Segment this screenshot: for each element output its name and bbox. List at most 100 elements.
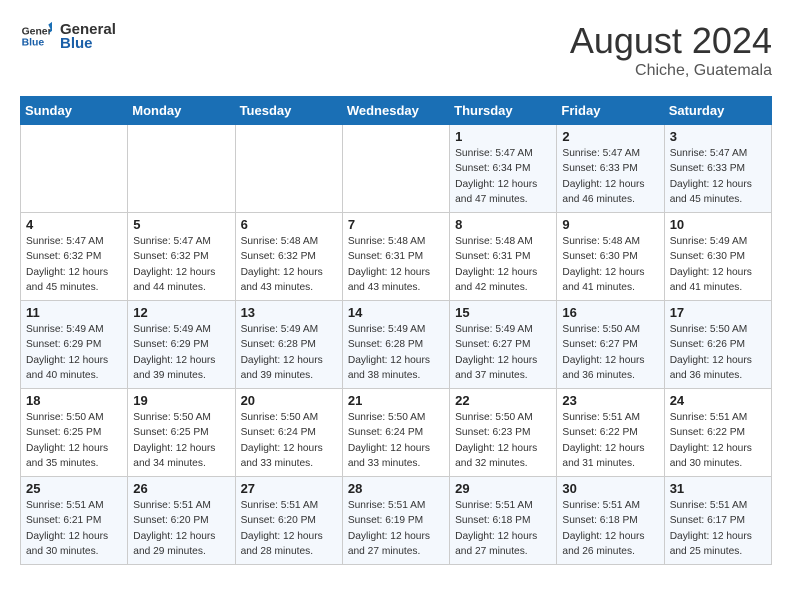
calendar-cell-2-7: 10Sunrise: 5:49 AM Sunset: 6:30 PM Dayli… <box>664 213 771 301</box>
day-number: 20 <box>241 393 337 408</box>
day-number: 14 <box>348 305 444 320</box>
calendar-table: Sunday Monday Tuesday Wednesday Thursday… <box>20 96 772 565</box>
day-info: Sunrise: 5:47 AM Sunset: 6:34 PM Dayligh… <box>455 146 551 207</box>
calendar-cell-4-7: 24 Sunrise: 5:51 AM Sunset: 6:22 PM Dayli… <box>664 389 771 477</box>
logo-line2: Blue <box>60 35 116 52</box>
header-row: Sunday Monday Tuesday Wednesday Thursday… <box>21 97 772 125</box>
day-info: Sunrise: 5:50 AM Sunset: 6:25 PM Dayligh… <box>133 410 229 471</box>
day-number: 21 <box>348 393 444 408</box>
header-monday: Monday <box>128 97 235 125</box>
day-number: 3 <box>670 129 766 144</box>
calendar-cell-1-6: 2Sunrise: 5:47 AM Sunset: 6:33 PM Daylig… <box>557 125 664 213</box>
day-number: 19 <box>133 393 229 408</box>
day-number: 30 <box>562 481 658 496</box>
day-number: 28 <box>348 481 444 496</box>
calendar-cell-2-3: 6 Sunrise: 5:48 AM Sunset: 6:32 PM Daylig… <box>235 213 342 301</box>
calendar-cell-5-1: 25Sunrise: 5:51 AM Sunset: 6:21 PM Dayli… <box>21 477 128 565</box>
day-number: 1 <box>455 129 551 144</box>
title-area: August 2024 Chiche, Guatemala <box>570 20 772 80</box>
calendar-week-5: 25Sunrise: 5:51 AM Sunset: 6:21 PM Dayli… <box>21 477 772 565</box>
calendar-cell-1-5: 1 Sunrise: 5:47 AM Sunset: 6:34 PM Daylig… <box>450 125 557 213</box>
calendar-cell-4-5: 22Sunrise: 5:50 AM Sunset: 6:23 PM Dayli… <box>450 389 557 477</box>
calendar-cell-5-3: 27 Sunrise: 5:51 AM Sunset: 6:20 PM Dayli… <box>235 477 342 565</box>
day-info: Sunrise: 5:51 AM Sunset: 6:20 PM Dayligh… <box>133 498 229 559</box>
day-number: 24 <box>670 393 766 408</box>
calendar-cell-1-1 <box>21 125 128 213</box>
day-info: Sunrise: 5:48 AM Sunset: 6:30 PM Dayligh… <box>562 234 658 295</box>
calendar-cell-4-4: 21Sunrise: 5:50 AM Sunset: 6:24 PM Dayli… <box>342 389 449 477</box>
day-number: 17 <box>670 305 766 320</box>
day-info: Sunrise: 5:48 AM Sunset: 6:31 PM Dayligh… <box>348 234 444 295</box>
day-number: 8 <box>455 217 551 232</box>
day-number: 18 <box>26 393 122 408</box>
calendar-title: August 2024 <box>570 20 772 62</box>
day-info: Sunrise: 5:47 AM Sunset: 6:32 PM Dayligh… <box>26 234 122 295</box>
day-info: Sunrise: 5:49 AM Sunset: 6:29 PM Dayligh… <box>26 322 122 383</box>
calendar-cell-2-4: 7 Sunrise: 5:48 AM Sunset: 6:31 PM Daylig… <box>342 213 449 301</box>
calendar-cell-1-4 <box>342 125 449 213</box>
day-info: Sunrise: 5:50 AM Sunset: 6:23 PM Dayligh… <box>455 410 551 471</box>
calendar-cell-2-5: 8Sunrise: 5:48 AM Sunset: 6:31 PM Daylig… <box>450 213 557 301</box>
svg-text:General: General <box>22 26 52 37</box>
day-info: Sunrise: 5:47 AM Sunset: 6:32 PM Dayligh… <box>133 234 229 295</box>
calendar-cell-5-4: 28 Sunrise: 5:51 AM Sunset: 6:19 PM Dayli… <box>342 477 449 565</box>
calendar-subtitle: Chiche, Guatemala <box>570 62 772 80</box>
day-info: Sunrise: 5:50 AM Sunset: 6:27 PM Dayligh… <box>562 322 658 383</box>
calendar-cell-1-3 <box>235 125 342 213</box>
day-info: Sunrise: 5:51 AM Sunset: 6:19 PM Dayligh… <box>348 498 444 559</box>
header: General Blue General Blue August 2024 Ch… <box>20 20 772 80</box>
day-number: 9 <box>562 217 658 232</box>
calendar-cell-2-2: 5 Sunrise: 5:47 AM Sunset: 6:32 PM Daylig… <box>128 213 235 301</box>
logo-icon: General Blue <box>20 20 52 52</box>
day-info: Sunrise: 5:48 AM Sunset: 6:32 PM Dayligh… <box>241 234 337 295</box>
logo: General Blue General Blue <box>20 20 116 52</box>
day-info: Sunrise: 5:49 AM Sunset: 6:28 PM Dayligh… <box>241 322 337 383</box>
day-info: Sunrise: 5:51 AM Sunset: 6:20 PM Dayligh… <box>241 498 337 559</box>
calendar-cell-3-5: 15Sunrise: 5:49 AM Sunset: 6:27 PM Dayli… <box>450 301 557 389</box>
calendar-cell-3-1: 11 Sunrise: 5:49 AM Sunset: 6:29 PM Dayli… <box>21 301 128 389</box>
calendar-cell-4-3: 20 Sunrise: 5:50 AM Sunset: 6:24 PM Dayli… <box>235 389 342 477</box>
day-number: 5 <box>133 217 229 232</box>
day-info: Sunrise: 5:51 AM Sunset: 6:17 PM Dayligh… <box>670 498 766 559</box>
day-number: 16 <box>562 305 658 320</box>
day-info: Sunrise: 5:47 AM Sunset: 6:33 PM Dayligh… <box>670 146 766 207</box>
day-info: Sunrise: 5:51 AM Sunset: 6:22 PM Dayligh… <box>562 410 658 471</box>
day-number: 4 <box>26 217 122 232</box>
calendar-cell-3-3: 13 Sunrise: 5:49 AM Sunset: 6:28 PM Dayli… <box>235 301 342 389</box>
calendar-cell-1-2 <box>128 125 235 213</box>
day-info: Sunrise: 5:51 AM Sunset: 6:22 PM Dayligh… <box>670 410 766 471</box>
day-info: Sunrise: 5:50 AM Sunset: 6:24 PM Dayligh… <box>241 410 337 471</box>
day-info: Sunrise: 5:49 AM Sunset: 6:30 PM Dayligh… <box>670 234 766 295</box>
calendar-cell-2-1: 4 Sunrise: 5:47 AM Sunset: 6:32 PM Daylig… <box>21 213 128 301</box>
day-info: Sunrise: 5:51 AM Sunset: 6:18 PM Dayligh… <box>455 498 551 559</box>
header-saturday: Saturday <box>664 97 771 125</box>
calendar-week-2: 4 Sunrise: 5:47 AM Sunset: 6:32 PM Daylig… <box>21 213 772 301</box>
day-number: 12 <box>133 305 229 320</box>
day-number: 23 <box>562 393 658 408</box>
svg-text:Blue: Blue <box>22 38 45 49</box>
day-info: Sunrise: 5:49 AM Sunset: 6:29 PM Dayligh… <box>133 322 229 383</box>
day-number: 7 <box>348 217 444 232</box>
header-wednesday: Wednesday <box>342 97 449 125</box>
calendar-header: Sunday Monday Tuesday Wednesday Thursday… <box>21 97 772 125</box>
header-friday: Friday <box>557 97 664 125</box>
day-number: 11 <box>26 305 122 320</box>
day-info: Sunrise: 5:51 AM Sunset: 6:18 PM Dayligh… <box>562 498 658 559</box>
day-number: 29 <box>455 481 551 496</box>
header-sunday: Sunday <box>21 97 128 125</box>
calendar-cell-5-6: 30 Sunrise: 5:51 AM Sunset: 6:18 PM Dayli… <box>557 477 664 565</box>
day-number: 13 <box>241 305 337 320</box>
day-number: 25 <box>26 481 122 496</box>
calendar-body: 1 Sunrise: 5:47 AM Sunset: 6:34 PM Daylig… <box>21 125 772 565</box>
header-tuesday: Tuesday <box>235 97 342 125</box>
day-number: 2 <box>562 129 658 144</box>
calendar-cell-4-1: 18Sunrise: 5:50 AM Sunset: 6:25 PM Dayli… <box>21 389 128 477</box>
day-number: 26 <box>133 481 229 496</box>
calendar-cell-5-5: 29 Sunrise: 5:51 AM Sunset: 6:18 PM Dayli… <box>450 477 557 565</box>
day-number: 27 <box>241 481 337 496</box>
calendar-cell-1-7: 3 Sunrise: 5:47 AM Sunset: 6:33 PM Daylig… <box>664 125 771 213</box>
calendar-cell-3-4: 14Sunrise: 5:49 AM Sunset: 6:28 PM Dayli… <box>342 301 449 389</box>
day-number: 6 <box>241 217 337 232</box>
calendar-cell-3-7: 17Sunrise: 5:50 AM Sunset: 6:26 PM Dayli… <box>664 301 771 389</box>
calendar-cell-5-7: 31Sunrise: 5:51 AM Sunset: 6:17 PM Dayli… <box>664 477 771 565</box>
